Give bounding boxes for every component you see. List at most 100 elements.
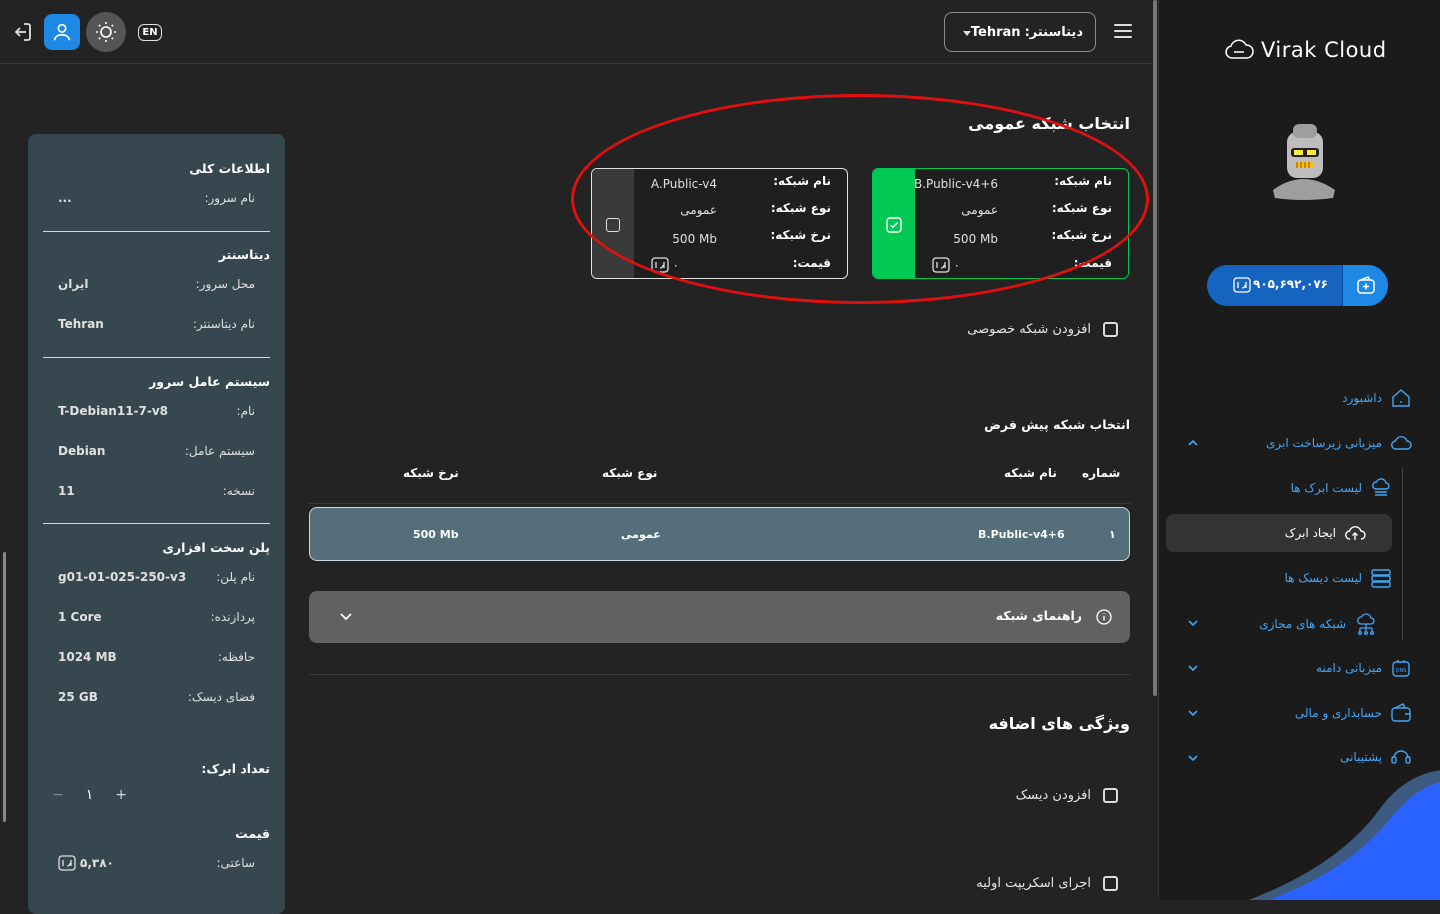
language-button[interactable]: EN	[132, 14, 168, 50]
network-card-a-public[interactable]: نام شبکه: A.Public-v4 نوع شبکه: عمومی نر…	[591, 168, 848, 279]
column-header-number: شماره	[1082, 466, 1121, 480]
sidebar-item-label: لیست دیسک ها	[1284, 571, 1362, 585]
disk-label: فضای دیسک:	[187, 690, 255, 704]
sidebar-item-label: شبکه های مجازی	[1259, 617, 1346, 631]
chevron-up-icon[interactable]	[1187, 437, 1199, 449]
add-disk-checkbox-row[interactable]: افزودن دیسک	[1016, 788, 1118, 803]
server-name-value: ...	[58, 191, 72, 205]
network-type-value: عمومی	[680, 203, 717, 217]
network-guide-accordion[interactable]: راهنمای شبکه	[309, 591, 1130, 643]
robot-avatar[interactable]	[1263, 120, 1343, 202]
ram-label: حافظه:	[217, 650, 255, 664]
network-guide-label: راهنمای شبکه	[995, 608, 1082, 623]
disk-value: 25 GB	[58, 690, 98, 704]
network-price-label: قیمت:	[1073, 256, 1112, 270]
order-summary-panel: اطلاعات کلی نام سرور: ... دیتاسنتر محل س…	[28, 134, 285, 914]
sidebar-item-support[interactable]: پشتیبانی	[1340, 746, 1412, 768]
sun-icon	[96, 22, 116, 42]
cloud-upload-icon	[1345, 526, 1366, 540]
private-network-checkbox[interactable]	[1103, 322, 1118, 337]
sidebar-item-cloud-hosting[interactable]: میزبانی زیرساخت ابری	[1266, 432, 1412, 454]
count-title: تعداد ابرک:	[201, 761, 270, 776]
os-title: سیستم عامل سرور	[149, 374, 270, 389]
profile-button[interactable]	[44, 14, 80, 50]
datacenter-title: دیتاسنتر	[218, 247, 270, 262]
page-scrollbar[interactable]	[3, 552, 6, 822]
section-divider	[309, 674, 1130, 675]
support-icon	[1391, 750, 1411, 764]
network-rate-value: 500 Mb	[953, 232, 998, 246]
info-icon	[1096, 609, 1112, 625]
cpu-label: پردازنده:	[210, 610, 255, 624]
sidebar-item-accounting[interactable]: حسابداری و مالی	[1295, 702, 1412, 724]
menu-icon[interactable]	[1114, 24, 1132, 38]
network-name-label: نام شبکه:	[773, 174, 831, 188]
general-info-title: اطلاعات کلی	[189, 161, 270, 176]
theme-toggle-button[interactable]	[86, 12, 126, 52]
dns-icon: DNS	[1392, 660, 1410, 677]
sidebar-item-label: میزبانی دامنه	[1316, 661, 1382, 675]
increment-button[interactable]: +	[115, 787, 127, 803]
sidebar-item-label: پشتیبانی	[1340, 750, 1382, 764]
sidebar-item-dashboard[interactable]: داشبورد	[1342, 387, 1412, 409]
cloud-list-icon	[1372, 478, 1390, 496]
sidebar-item-cloud-list[interactable]: لیست ابرک ها	[1291, 477, 1392, 499]
plan-name-label: نام پلن:	[216, 570, 255, 584]
network-rate-value: 500 Mb	[672, 232, 717, 246]
add-funds-button[interactable]	[1342, 265, 1388, 306]
datacenter-name-label: نام دیتاسنتر:	[192, 317, 255, 331]
column-header-type: نوع شبکه	[602, 466, 658, 480]
table-row[interactable]: ۱ B.Public-v4+6 عمومی 500 Mb	[309, 507, 1130, 561]
quantity-value: ۱	[85, 787, 94, 803]
datacenter-select[interactable]: دیتاسنتر: Tehran	[944, 12, 1096, 52]
init-script-checkbox-row[interactable]: اجرای اسکریپت اولیه	[976, 876, 1118, 891]
sidebar-item-virtual-networks[interactable]: شبکه های مجازی	[1259, 612, 1378, 636]
location-value: ایران	[58, 277, 89, 291]
add-disk-label: افزودن دیسک	[1015, 788, 1091, 803]
card-checkbox[interactable]	[873, 169, 915, 278]
chevron-down-icon[interactable]	[1187, 752, 1199, 764]
divider	[43, 231, 270, 232]
decrement-button[interactable]: −	[52, 787, 64, 803]
logout-icon[interactable]	[4, 14, 40, 50]
wallet-balance-button[interactable]: ۹۰۵,۶۹۲,۰۷۶	[1207, 265, 1388, 306]
svg-text:DNS: DNS	[1396, 668, 1407, 674]
ram-value: 1024 MB	[58, 650, 117, 664]
chevron-down-icon[interactable]	[1187, 617, 1199, 629]
network-icon	[1357, 613, 1375, 635]
unchecked-icon	[606, 217, 620, 232]
network-card-b-public[interactable]: نام شبکه: B.Public-v4+6 نوع شبکه: عمومی …	[872, 168, 1129, 279]
private-network-checkbox-row[interactable]: افزودن شبکه خصوصی	[967, 322, 1118, 337]
rial-currency-icon	[650, 257, 669, 273]
sidebar: Virak Cloud ۹۰۵,۶۹۲,۰۷۶ داشبورد میزبانی …	[1158, 0, 1440, 900]
hourly-value: ۵,۳۸۰	[80, 856, 114, 870]
chevron-down-icon	[340, 613, 352, 621]
brand-logo[interactable]: Virak Cloud	[1223, 36, 1413, 64]
network-name-value: A.Public-v4	[650, 177, 717, 191]
network-type-value: عمومی	[961, 203, 998, 217]
language-label: EN	[138, 23, 162, 41]
sidebar-item-domain-hosting[interactable]: DNS میزبانی دامنه	[1316, 657, 1412, 679]
main-scrollbar[interactable]	[1153, 0, 1157, 696]
network-rate-label: نرخ شبکه:	[770, 228, 831, 242]
private-network-label: افزودن شبکه خصوصی	[967, 322, 1091, 337]
network-name-value: B.Public-v4+6	[914, 177, 998, 191]
network-price-value: ۰	[953, 258, 960, 272]
add-disk-checkbox[interactable]	[1103, 788, 1118, 803]
card-checkbox[interactable]	[592, 169, 634, 278]
sidebar-item-disk-list[interactable]: لیست دیسک ها	[1284, 567, 1392, 589]
chevron-down-icon[interactable]	[1187, 707, 1199, 719]
user-icon	[53, 23, 71, 41]
datacenter-select-value: Tehran	[970, 24, 1021, 40]
os-label: سیستم عامل:	[184, 444, 255, 458]
os-value: Debian	[58, 444, 106, 458]
caret-down-icon	[963, 31, 971, 36]
cpu-value: 1 Core	[58, 610, 102, 624]
sidebar-item-label: ایجاد ابرک	[1284, 526, 1336, 540]
network-price-label: قیمت:	[792, 256, 831, 270]
init-script-checkbox[interactable]	[1103, 876, 1118, 891]
nav-tree-line	[1402, 468, 1403, 640]
wallet-balance-value: ۹۰۵,۶۹۲,۰۷۶	[1252, 277, 1328, 291]
sidebar-item-create-cloud[interactable]: ایجاد ابرک	[1166, 514, 1392, 552]
chevron-down-icon[interactable]	[1187, 662, 1199, 674]
